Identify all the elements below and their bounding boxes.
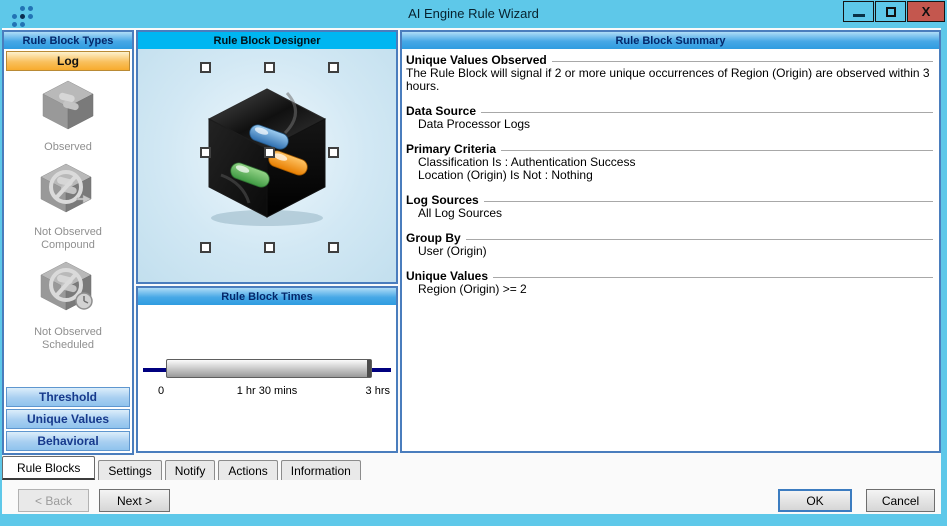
rule-block-times-header: Rule Block Times (138, 288, 396, 305)
selection-handle-bottom-left[interactable] (200, 242, 211, 253)
time-tick-labels: 0 1 hr 30 mins 3 hrs (138, 385, 396, 399)
type-label-observed: Observed (44, 141, 92, 153)
ok-button[interactable]: OK (778, 489, 852, 512)
selection-handle-top-center[interactable] (264, 62, 275, 73)
summary-section-group-by: Group By User (Origin) (406, 231, 933, 258)
rule-block-times-panel: Rule Block Times 0 1 hr 30 mins 3 hrs (136, 286, 398, 453)
rule-block-summary-header: Rule Block Summary (402, 32, 939, 49)
rule-block-types-header: Rule Block Types (4, 32, 132, 49)
selection-handle-top-right[interactable] (328, 62, 339, 73)
close-button[interactable]: X (907, 1, 945, 22)
type-button-unique-values[interactable]: Unique Values (6, 409, 130, 429)
time-range-slider[interactable] (166, 359, 372, 378)
section-line: Region (Origin) >= 2 (418, 282, 527, 296)
selection-handle-middle-left[interactable] (200, 147, 211, 158)
section-line: The Rule Block will signal if 2 or more … (406, 66, 930, 93)
type-label-not-observed-compound: Not Observed Compound (34, 226, 102, 251)
summary-body: Unique Values Observed The Rule Block wi… (402, 49, 939, 296)
back-button[interactable]: < Back (18, 489, 89, 512)
next-button[interactable]: Next > (99, 489, 170, 512)
ai-engine-rule-wizard-window: AI Engine Rule Wizard X Rule Block Types… (0, 0, 947, 526)
summary-section-log-sources: Log Sources All Log Sources (406, 193, 933, 220)
section-line: Location (Origin) Is Not : Nothing (418, 168, 593, 182)
section-line: All Log Sources (418, 206, 503, 220)
maximize-button[interactable] (875, 1, 906, 22)
type-item-observed[interactable]: Observed (4, 78, 132, 154)
type-label-not-observed-scheduled: Not Observed Scheduled (34, 326, 102, 351)
selection-handle-middle-center[interactable] (264, 147, 275, 158)
cube-not-observed-compound-icon (40, 163, 92, 213)
rule-block-designer-header: Rule Block Designer (138, 32, 396, 49)
summary-section-unique-values-observed: Unique Values Observed The Rule Block wi… (406, 53, 933, 93)
summary-section-primary-criteria: Primary Criteria Classification Is : Aut… (406, 142, 933, 182)
section-line: Data Processor Logs (418, 117, 531, 131)
close-icon: X (921, 4, 931, 19)
section-line: User (Origin) (418, 244, 487, 258)
section-title: Primary Criteria (406, 142, 933, 156)
other-type-buttons: Threshold Unique Values Behavioral (6, 385, 130, 451)
type-button-threshold[interactable]: Threshold (6, 387, 130, 407)
section-title: Unique Values (406, 269, 933, 283)
tab-settings[interactable]: Settings (98, 460, 162, 480)
type-item-not-observed-compound[interactable]: Not Observed Compound (4, 161, 132, 252)
selection-handle-top-left[interactable] (200, 62, 211, 73)
window-title: AI Engine Rule Wizard (408, 6, 539, 21)
type-button-log[interactable]: Log (6, 51, 130, 71)
section-title: Log Sources (406, 193, 933, 207)
minimize-button[interactable] (843, 1, 874, 22)
section-title: Data Source (406, 104, 933, 118)
tab-information[interactable]: Information (280, 460, 361, 480)
selection-handle-bottom-right[interactable] (328, 242, 339, 253)
designer-canvas[interactable] (138, 49, 396, 282)
rule-block-designer-panel: Rule Block Designer (136, 30, 398, 284)
summary-section-data-source: Data Source Data Processor Logs (406, 104, 933, 131)
wizard-tabstrip: Rule Blocks Settings Notify Actions Info… (2, 455, 361, 480)
summary-section-unique-values: Unique Values Region (Origin) >= 2 (406, 269, 933, 296)
tick-label-end: 3 hrs (365, 385, 390, 397)
cube-not-observed-scheduled-icon (40, 261, 93, 311)
type-item-not-observed-scheduled[interactable]: Not Observed Scheduled (4, 259, 132, 352)
section-title: Unique Values Observed (406, 53, 933, 67)
cancel-button[interactable]: Cancel (866, 489, 935, 512)
tab-actions[interactable]: Actions (218, 460, 278, 480)
titlebar: AI Engine Rule Wizard X (0, 0, 947, 28)
type-button-behavioral[interactable]: Behavioral (6, 431, 130, 451)
maximize-icon (885, 6, 896, 17)
rule-block-summary-panel: Rule Block Summary Unique Values Observe… (400, 30, 941, 453)
tab-rule-blocks[interactable]: Rule Blocks (2, 456, 96, 480)
selection-handle-middle-right[interactable] (328, 147, 339, 158)
tick-label-mid: 1 hr 30 mins (236, 385, 298, 397)
client-area: Rule Block Types Log Observed Not Observ… (2, 28, 941, 514)
minimize-icon (852, 13, 865, 17)
cube-observed-icon (42, 80, 94, 130)
selection-handle-bottom-center[interactable] (264, 242, 275, 253)
rule-block-types-panel: Rule Block Types Log Observed Not Observ… (2, 30, 134, 455)
times-canvas: 0 1 hr 30 mins 3 hrs (138, 305, 396, 451)
tab-notify[interactable]: Notify (164, 460, 216, 480)
section-title: Group By (406, 231, 933, 245)
